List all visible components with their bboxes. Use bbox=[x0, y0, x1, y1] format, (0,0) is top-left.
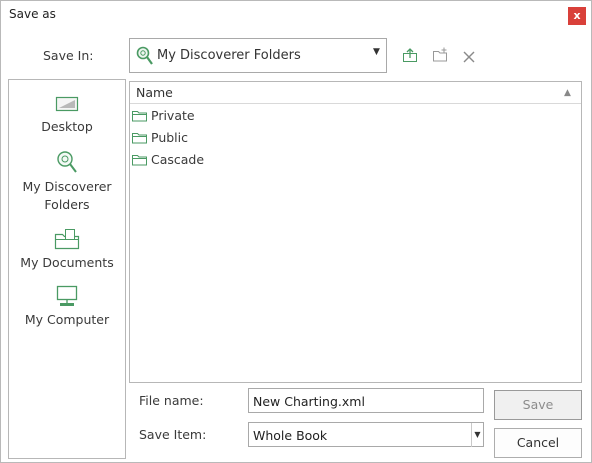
save-button[interactable]: Save bbox=[494, 390, 582, 420]
column-header-label: Name bbox=[136, 85, 173, 100]
documents-folder-icon bbox=[54, 229, 80, 250]
file-name: Cascade bbox=[151, 152, 205, 167]
chevron-down-icon[interactable]: ▼ bbox=[373, 47, 380, 57]
computer-icon bbox=[56, 285, 78, 306]
place-label: My Computer bbox=[24, 312, 110, 327]
save-as-dialog: Save as x Save In: My Discoverer Folders… bbox=[0, 0, 592, 463]
place-my-documents[interactable]: My Documents bbox=[9, 228, 125, 272]
title-bar: Save as x bbox=[1, 1, 591, 29]
place-label: My Documents bbox=[20, 255, 114, 270]
folder-icon bbox=[132, 133, 147, 144]
save-in-combobox[interactable]: My Discoverer Folders ▼ bbox=[129, 38, 387, 73]
folder-icon bbox=[132, 155, 147, 166]
file-name-label: File name: bbox=[139, 393, 204, 408]
file-name: Public bbox=[151, 130, 188, 145]
desktop-icon bbox=[55, 96, 79, 112]
list-item[interactable]: Public bbox=[132, 128, 432, 148]
discoverer-search-icon bbox=[57, 151, 77, 173]
file-name-input[interactable]: New Charting.xml bbox=[248, 388, 484, 413]
save-item-label: Save Item: bbox=[139, 427, 207, 442]
place-label: Desktop bbox=[41, 119, 93, 134]
place-label: My Discoverer Folders bbox=[22, 179, 112, 212]
up-one-level-icon[interactable] bbox=[402, 47, 418, 63]
delete-icon[interactable] bbox=[462, 50, 476, 64]
place-my-discoverer-folders[interactable]: My Discoverer Folders bbox=[9, 150, 125, 214]
save-in-value: My Discoverer Folders bbox=[157, 48, 301, 63]
discoverer-search-icon bbox=[136, 46, 153, 65]
save-item-select[interactable]: Whole Book ▼ bbox=[248, 422, 484, 447]
file-name: Private bbox=[151, 108, 195, 123]
folder-icon bbox=[132, 111, 147, 122]
place-desktop[interactable]: Desktop bbox=[9, 96, 125, 136]
dialog-title: Save as bbox=[9, 7, 56, 21]
cancel-button[interactable]: Cancel bbox=[494, 428, 582, 458]
chevron-down-icon[interactable]: ▼ bbox=[471, 423, 483, 447]
column-header-name[interactable]: Name ▲ bbox=[130, 82, 581, 104]
places-bar: Desktop My Discoverer Folders My Documen… bbox=[8, 79, 126, 459]
file-name-value: New Charting.xml bbox=[253, 394, 365, 409]
new-folder-icon[interactable] bbox=[432, 47, 448, 63]
save-item-value: Whole Book bbox=[253, 428, 328, 443]
list-item[interactable]: Cascade bbox=[132, 150, 432, 170]
list-item[interactable]: Private bbox=[132, 106, 432, 126]
file-list: Name ▲ Private Public Cascade bbox=[129, 81, 582, 383]
close-button[interactable]: x bbox=[568, 7, 586, 25]
sort-ascending-icon: ▲ bbox=[564, 88, 571, 98]
place-my-computer[interactable]: My Computer bbox=[9, 285, 125, 329]
save-in-label: Save In: bbox=[43, 48, 94, 63]
